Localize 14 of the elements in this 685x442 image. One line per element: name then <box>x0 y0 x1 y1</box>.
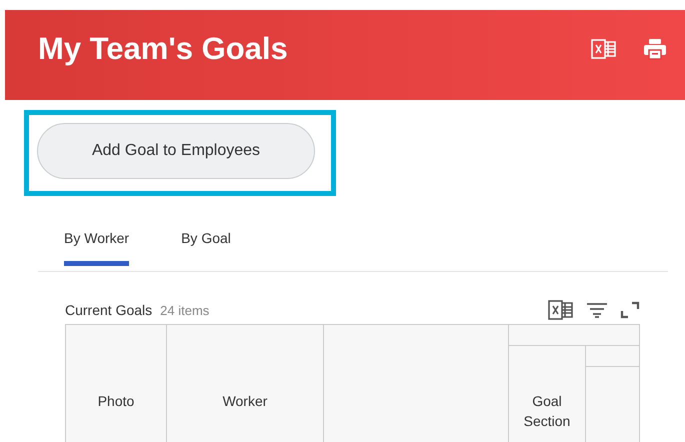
tab[interactable]: By Goal <box>181 222 231 266</box>
page-title: My Team's Goals <box>38 31 289 68</box>
column-header[interactable]: Photo <box>66 325 167 442</box>
grid-title: Current Goals <box>65 302 152 318</box>
column-header[interactable]: Goal Section <box>509 346 586 442</box>
print-icon[interactable] <box>643 38 667 60</box>
tab[interactable]: By Worker <box>64 222 130 266</box>
excel-icon[interactable] <box>548 299 574 321</box>
excel-icon[interactable] <box>591 38 617 60</box>
column-header[interactable]: Worker <box>167 325 324 442</box>
add-goal-button[interactable]: Add Goal to Employees <box>37 123 315 179</box>
item-count: 24 items <box>160 302 210 318</box>
filter-icon[interactable] <box>586 302 608 318</box>
fullscreen-icon[interactable] <box>620 301 640 319</box>
